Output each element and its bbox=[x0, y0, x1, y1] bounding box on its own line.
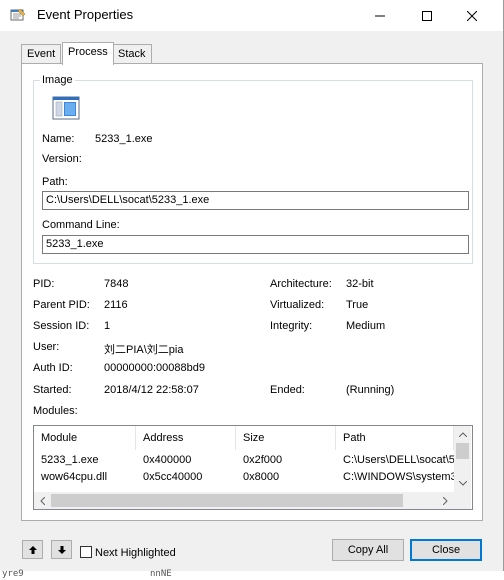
background-text-right: nnNE bbox=[150, 569, 172, 579]
architecture-label: Architecture: bbox=[270, 278, 332, 290]
virtualized-label: Virtualized: bbox=[270, 299, 325, 311]
user-value: 刘二PIA\刘二pia bbox=[104, 344, 184, 356]
command-line-label: Command Line: bbox=[42, 219, 120, 231]
scroll-up-button[interactable] bbox=[454, 426, 471, 443]
scroll-left-button[interactable] bbox=[34, 492, 51, 509]
auth-id-label: Auth ID: bbox=[33, 362, 73, 374]
path-field[interactable]: C:\Users\DELL\socat\5233_1.exe bbox=[42, 191, 469, 210]
tab-stack[interactable]: Stack bbox=[112, 44, 152, 64]
background-text-left: yre9 bbox=[2, 569, 24, 579]
module-cell: 5233_1.exe bbox=[41, 454, 99, 466]
horizontal-scroll-thumb[interactable] bbox=[51, 494, 403, 507]
address-cell: 0x5cc40000 bbox=[143, 471, 203, 483]
virtualized-value: True bbox=[346, 299, 369, 311]
vertical-scrollbar[interactable] bbox=[454, 426, 471, 492]
scrollbar-corner bbox=[454, 492, 471, 509]
scroll-right-button[interactable] bbox=[437, 492, 454, 509]
vertical-scroll-thumb[interactable] bbox=[456, 443, 469, 459]
modules-label: Modules: bbox=[33, 405, 78, 417]
path-cell: C:\WINDOWS\system32\wow64cpu.dll bbox=[343, 471, 454, 483]
name-value: 5233_1.exe bbox=[95, 133, 153, 145]
command-line-field[interactable]: 5233_1.exe bbox=[42, 235, 469, 254]
chevron-right-icon bbox=[443, 496, 448, 505]
chevron-up-icon bbox=[458, 432, 467, 437]
scroll-down-button[interactable] bbox=[454, 475, 471, 492]
pid-label: PID: bbox=[33, 278, 55, 290]
maximize-button[interactable] bbox=[404, 0, 450, 31]
modules-list[interactable]: Module Address Size Path 5233_1.exe 0x40… bbox=[33, 425, 473, 510]
window-title: Event Properties bbox=[37, 7, 134, 22]
integrity-label: Integrity: bbox=[270, 320, 313, 332]
copy-all-button[interactable]: Copy All bbox=[332, 539, 404, 561]
started-value: 2018/4/12 22:58:07 bbox=[104, 384, 199, 396]
minimize-icon bbox=[375, 15, 385, 16]
session-id-value: 1 bbox=[104, 320, 111, 332]
tab-process[interactable]: Process bbox=[62, 42, 114, 65]
parent-pid-value: 2116 bbox=[104, 299, 128, 311]
previous-event-button[interactable] bbox=[22, 540, 43, 559]
ended-value: (Running) bbox=[346, 384, 395, 396]
next-highlighted-label[interactable]: Next Highlighted bbox=[95, 547, 176, 559]
close-button[interactable]: Close bbox=[410, 539, 482, 561]
next-highlighted-checkbox[interactable] bbox=[80, 546, 92, 558]
next-event-button[interactable] bbox=[51, 540, 72, 559]
close-icon bbox=[467, 10, 477, 21]
event-properties-window: Event Properties Event Process Stack Ima… bbox=[0, 0, 504, 572]
background-window-strip bbox=[0, 571, 504, 580]
size-cell: 0x2f000 bbox=[243, 454, 283, 466]
name-label: Name: bbox=[42, 133, 75, 145]
column-header-size[interactable]: Size bbox=[236, 426, 336, 450]
event-properties-icon bbox=[10, 8, 26, 22]
executable-icon bbox=[52, 96, 80, 120]
close-window-button[interactable] bbox=[449, 0, 495, 31]
path-label: Path: bbox=[42, 176, 68, 188]
modules-list-header: Module Address Size Path bbox=[34, 426, 454, 450]
integrity-value: Medium bbox=[346, 320, 386, 332]
address-cell: 0x400000 bbox=[143, 454, 192, 466]
chevron-left-icon bbox=[40, 496, 45, 505]
minimize-button[interactable] bbox=[357, 0, 403, 31]
arrow-down-icon bbox=[57, 545, 66, 554]
user-label: User: bbox=[33, 341, 60, 353]
architecture-value: 32-bit bbox=[346, 278, 374, 290]
column-header-path[interactable]: Path bbox=[336, 426, 454, 450]
column-header-module[interactable]: Module bbox=[34, 426, 136, 450]
session-id-label: Session ID: bbox=[33, 320, 90, 332]
maximize-icon bbox=[422, 10, 432, 21]
column-header-address[interactable]: Address bbox=[136, 426, 236, 450]
horizontal-scrollbar[interactable] bbox=[34, 492, 454, 509]
version-label: Version: bbox=[42, 153, 82, 165]
arrow-up-icon bbox=[28, 545, 37, 554]
module-cell: wow64cpu.dll bbox=[41, 471, 108, 483]
pid-value: 7848 bbox=[104, 278, 129, 290]
image-group-label: Image bbox=[40, 74, 75, 86]
path-cell: C:\Users\DELL\socat\5233_1.exe bbox=[343, 454, 454, 466]
size-cell: 0x8000 bbox=[243, 471, 280, 483]
tab-event[interactable]: Event bbox=[21, 44, 62, 64]
auth-id-value: 00000000:00088bd9 bbox=[104, 362, 205, 374]
ended-label: Ended: bbox=[270, 384, 305, 396]
title-bar[interactable]: Event Properties bbox=[0, 0, 503, 31]
started-label: Started: bbox=[33, 384, 72, 396]
chevron-down-icon bbox=[458, 481, 467, 486]
parent-pid-label: Parent PID: bbox=[33, 299, 90, 311]
